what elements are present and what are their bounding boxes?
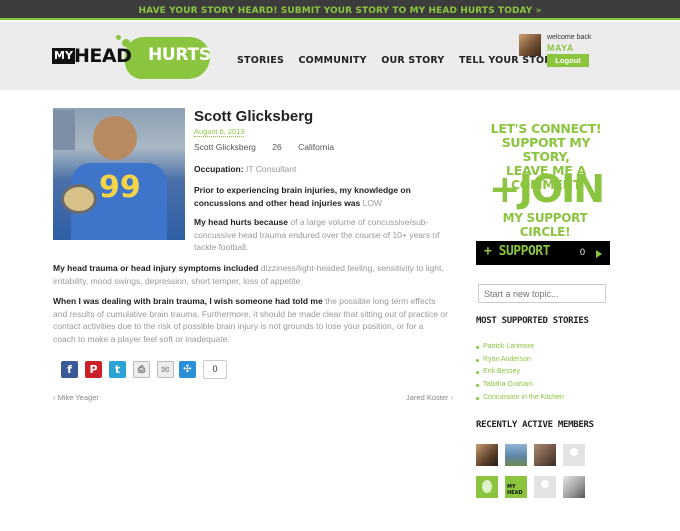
list-item[interactable]: Ryan Anderson (476, 354, 564, 367)
play-arrow-icon (596, 250, 602, 258)
photo-face (93, 116, 137, 160)
support-label: + SUPPORT (484, 244, 550, 259)
list-item[interactable]: Concussion in the Kitchen (476, 392, 564, 405)
logo-head: HEAD (74, 45, 132, 67)
prior-knowledge: Prior to experiencing brain injuries, my… (194, 184, 446, 209)
twitter-icon[interactable]: t (109, 361, 126, 378)
story-meta: Scott Glicksberg 26 California (194, 142, 348, 152)
story-date[interactable]: August 6, 2013 (194, 127, 245, 137)
prior-value: LOW (362, 197, 383, 208)
occupation-line: Occupation: IT Consultant (194, 163, 444, 176)
meta-location: California (298, 142, 335, 152)
photo-helmet (61, 184, 97, 214)
user-avatar[interactable] (519, 34, 541, 56)
photo-jersey-number: 99 (99, 170, 141, 205)
story-title: Scott Glicksberg (194, 108, 314, 125)
nav-community[interactable]: COMMUNITY (298, 55, 366, 66)
nav-our-story[interactable]: OUR STORY (381, 55, 444, 66)
pinterest-icon[interactable]: P (85, 361, 102, 378)
support-button[interactable]: + SUPPORT 0 (476, 241, 610, 265)
most-supported-heading: MOST SUPPORTED STORIES (476, 316, 589, 326)
symptoms: My head trauma or head injury symptoms i… (53, 262, 448, 287)
meta-name: Scott Glicksberg (194, 142, 256, 152)
member-avatar[interactable] (563, 476, 585, 498)
egg-avatar-icon (482, 480, 492, 493)
list-item[interactable]: Erik Bessey (476, 366, 564, 379)
join-heading[interactable]: +JOIN (487, 168, 605, 210)
site-logo[interactable]: MY HEAD HURTS (50, 35, 215, 81)
list-item[interactable]: Patrick Larimore (476, 341, 564, 354)
facebook-icon[interactable]: f (61, 361, 78, 378)
recent-members-heading: RECENTLY ACTIVE MEMBERS (476, 420, 594, 430)
occupation-label: Occupation: (194, 164, 244, 174)
photo-background-player (53, 110, 75, 150)
member-avatar[interactable] (505, 444, 527, 466)
member-avatar[interactable] (534, 476, 556, 498)
logout-button[interactable]: Logout (547, 54, 589, 67)
default-avatar-icon (570, 448, 578, 456)
list-item[interactable]: Tabitha Graham (476, 379, 564, 392)
logo-avatar-icon: MY HEAD (507, 484, 523, 496)
meta-age: 26 (272, 142, 282, 152)
member-avatar[interactable]: MY HEAD (505, 476, 527, 498)
because-label: My head hurts because (194, 217, 289, 227)
connect-line-1: LET'S CONNECT! (490, 121, 602, 136)
occupation-value: IT Consultant (245, 164, 297, 174)
share-icon[interactable]: ✣ (179, 361, 196, 378)
member-avatar[interactable] (563, 444, 585, 466)
member-avatar[interactable] (476, 444, 498, 466)
user-name[interactable]: MAYA (547, 43, 574, 53)
supported-stories-list: Patrick Larimore Ryan Anderson Erik Bess… (476, 341, 564, 405)
next-story-link[interactable]: Jared Koster › (406, 393, 453, 402)
default-avatar-icon (541, 480, 549, 488)
head-hurts-because: My head hurts because of a large volume … (194, 216, 444, 254)
wish-label: When I was dealing with brain trauma, I … (53, 296, 323, 306)
story-photo: 99 (53, 108, 185, 240)
share-count: 0 (203, 360, 227, 379)
prev-story-link[interactable]: ‹ Mike Yeager (53, 393, 99, 402)
logo-dot (116, 35, 121, 40)
symptoms-label: My head trauma or head injury symptoms i… (53, 263, 259, 273)
support-circle-heading: MY SUPPORT CIRCLE! (502, 211, 588, 239)
support-count: 0 (580, 247, 586, 257)
member-avatar[interactable] (476, 476, 498, 498)
logo-hurts: HURTS (148, 45, 211, 65)
member-avatar[interactable] (534, 444, 556, 466)
nav-tell-your-story[interactable]: TELL YOUR STORY (459, 55, 558, 66)
nav-stories[interactable]: STORIES (237, 55, 284, 66)
banner-text[interactable]: HAVE YOUR STORY HEARD! SUBMIT YOUR STORY… (138, 6, 541, 16)
new-topic-input[interactable] (478, 284, 606, 303)
print-icon[interactable]: ⎙ (133, 361, 150, 378)
logo-my: MY (52, 48, 75, 64)
welcome-text: welcome back (547, 34, 592, 41)
wish-told: When I was dealing with brain trauma, I … (53, 295, 448, 345)
top-banner[interactable]: HAVE YOUR STORY HEARD! SUBMIT YOUR STORY… (0, 0, 680, 20)
email-icon[interactable]: ✉ (157, 361, 174, 378)
connect-line-2: SUPPORT MY STORY, (501, 135, 591, 164)
